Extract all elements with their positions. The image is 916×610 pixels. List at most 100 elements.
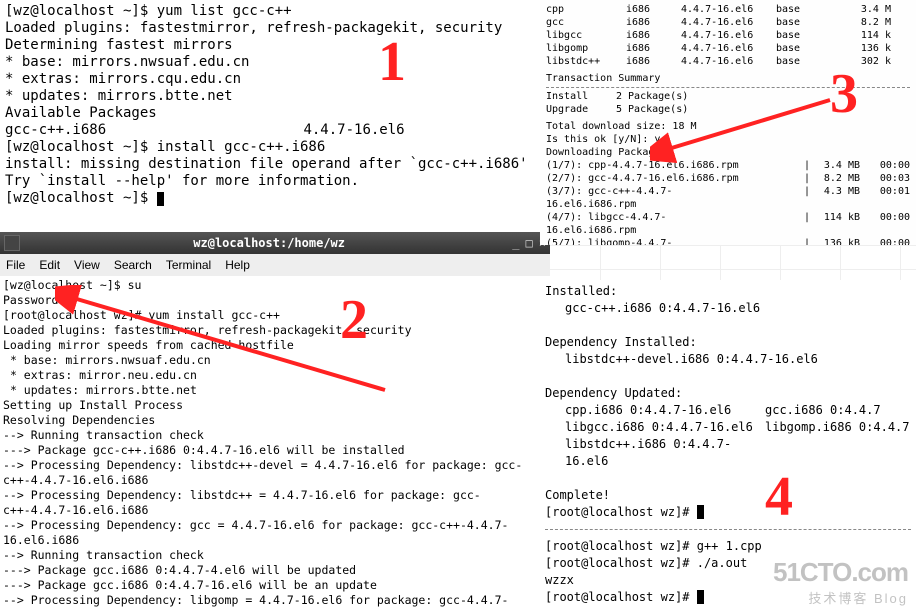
pkg-size: 136 k xyxy=(831,42,891,55)
pkg-repo: base xyxy=(776,42,831,55)
dl-size: 8.2 MB xyxy=(810,172,860,185)
maximize-icon[interactable]: □ xyxy=(526,236,533,250)
pkg-line: gcc-c++.i686 0:4.4.7-16.el6 xyxy=(565,300,911,317)
term-line: * extras: mirrors.cqu.edu.cn xyxy=(5,71,535,88)
pkg-repo: base xyxy=(776,16,831,29)
dep-row: libgcc.i686 0:4.4.7-16.el6 libgomp.i686 … xyxy=(565,419,911,436)
window-menubar: File Edit View Search Terminal Help xyxy=(0,254,550,276)
pkg-name: libgomp xyxy=(546,42,626,55)
dl-size: 136 kB xyxy=(810,237,860,245)
section-header: Transaction Summary xyxy=(546,72,910,85)
term-line: Determining fastest mirrors xyxy=(5,37,535,54)
terminal-output[interactable]: [wz@localhost ~]$ su Password: [root@loc… xyxy=(0,276,550,610)
minimize-icon[interactable]: _ xyxy=(512,236,519,250)
pkg-line: libgomp.i686 0:4.4.7 xyxy=(765,419,911,436)
download-row: (3/7): gcc-c++-4.4.7-16.el6.i686.rpm|4.3… xyxy=(546,185,910,211)
pkg-arch: i686 xyxy=(626,42,681,55)
section-header: Dependency Updated: xyxy=(545,385,911,402)
watermark-sub: 技术博客 Blog xyxy=(773,588,908,607)
pkg-size: 302 k xyxy=(831,55,891,68)
term-line: [root@localhost wz]# g++ 1.cpp xyxy=(545,538,911,555)
term-line[interactable]: [wz@localhost ~]$ xyxy=(5,190,535,207)
trans-val: 5 Package(s) xyxy=(616,103,910,116)
dl-time: 00:01 xyxy=(860,185,910,211)
separator xyxy=(546,87,910,88)
pkg-arch: i686 xyxy=(626,29,681,42)
download-row: (4/7): libgcc-4.4.7-16.el6.i686.rpm|114 … xyxy=(546,211,910,237)
section-header: Installed: xyxy=(545,283,911,300)
window-titlebar[interactable]: wz@localhost:/home/wz _ □ × xyxy=(0,232,550,254)
dep-row: libstdc++.i686 0:4.4.7-16.el6 xyxy=(565,436,911,470)
menu-edit[interactable]: Edit xyxy=(39,258,60,272)
term-line: gcc-c++.i686 4.4.7-16.el6 xyxy=(5,122,535,139)
term-line: * base: mirrors.nwsuaf.edu.cn xyxy=(5,54,535,71)
pkg-arch: i686 xyxy=(626,16,681,29)
status-line: Downloading Packages: xyxy=(546,146,910,159)
term-line[interactable]: [root@localhost wz]# xyxy=(545,504,911,521)
pkg-line: cpp.i686 0:4.4.7-16.el6 xyxy=(565,402,765,419)
pkg-size: 114 k xyxy=(831,29,891,42)
dl-time: 00:00 xyxy=(860,211,910,237)
package-row: libgompi6864.4.7-16.el6base136 k xyxy=(546,42,910,55)
menu-file[interactable]: File xyxy=(6,258,25,272)
menu-help[interactable]: Help xyxy=(225,258,250,272)
pkg-arch: i686 xyxy=(626,55,681,68)
pkg-line: libstdc++-devel.i686 0:4.4.7-16.el6 xyxy=(565,351,911,368)
package-row: libstdc++i6864.4.7-16.el6base302 k xyxy=(546,55,910,68)
dl-size: 114 kB xyxy=(810,211,860,237)
term-line: [wz@localhost ~]$ install gcc-c++.i686 xyxy=(5,139,535,156)
term-line: [wz@localhost ~]$ yum list gcc-c++ xyxy=(5,3,535,20)
pkg-repo: base xyxy=(776,3,831,16)
dl-bar: | xyxy=(746,185,810,211)
menu-terminal[interactable]: Terminal xyxy=(166,258,211,272)
prompt-line[interactable]: Is this ok [y/N]: y xyxy=(546,133,910,146)
dl-file: (5/7): libgomp-4.4.7-16.el6.i686.rpm xyxy=(546,237,746,245)
pkg-name: gcc xyxy=(546,16,626,29)
pkg-repo: base xyxy=(776,29,831,42)
pkg-ver: 4.4.7-16.el6 xyxy=(681,3,776,16)
package-row: gcci6864.4.7-16.el6base8.2 M xyxy=(546,16,910,29)
pkg-ver: 4.4.7-16.el6 xyxy=(681,29,776,42)
terminal-panel-1: [wz@localhost ~]$ yum list gcc-c++ Loade… xyxy=(0,0,540,230)
pkg-name: gcc-c++.i686 xyxy=(5,122,295,139)
terminal-panel-3: cppi6864.4.7-16.el6base3.4 Mgcci6864.4.7… xyxy=(540,0,916,245)
transaction-row: Install 2 Package(s) xyxy=(546,90,910,103)
dl-time: 00:00 xyxy=(860,237,910,245)
pkg-line: libstdc++.i686 0:4.4.7-16.el6 xyxy=(565,436,765,470)
menu-search[interactable]: Search xyxy=(114,258,152,272)
package-row: libgcci6864.4.7-16.el6base114 k xyxy=(546,29,910,42)
dep-row: cpp.i686 0:4.4.7-16.el6 gcc.i686 0:4.4.7 xyxy=(565,402,911,419)
package-row: cppi6864.4.7-16.el6base3.4 M xyxy=(546,3,910,16)
term-line: Loaded plugins: fastestmirror, refresh-p… xyxy=(5,20,535,37)
pkg-arch: i686 xyxy=(626,3,681,16)
pkg-name: cpp xyxy=(546,3,626,16)
terminal-app-icon xyxy=(4,235,20,251)
dl-bar: | xyxy=(746,172,810,185)
dl-bar: | xyxy=(746,237,810,245)
pkg-line: gcc.i686 0:4.4.7 xyxy=(765,402,911,419)
dl-file: (3/7): gcc-c++-4.4.7-16.el6.i686.rpm xyxy=(546,185,746,211)
trans-key: Install xyxy=(546,90,616,103)
download-row: (1/7): cpp-4.4.7-16.el6.i686.rpm|3.4 MB0… xyxy=(546,159,910,172)
section-header: Dependency Installed: xyxy=(545,334,911,351)
menu-view[interactable]: View xyxy=(74,258,100,272)
dl-size: 3.4 MB xyxy=(810,159,860,172)
term-line: install: missing destination file operan… xyxy=(5,156,535,173)
separator xyxy=(545,529,911,530)
terminal-window-2: wz@localhost:/home/wz _ □ × File Edit Vi… xyxy=(0,232,550,610)
package-list: cppi6864.4.7-16.el6base3.4 Mgcci6864.4.7… xyxy=(546,3,910,68)
pkg-size: 8.2 M xyxy=(831,16,891,29)
dl-bar: | xyxy=(746,159,810,172)
pkg-name: libgcc xyxy=(546,29,626,42)
pkg-version: 4.4.7-16.el6 xyxy=(303,122,404,138)
prompt: [root@localhost wz]# xyxy=(545,505,697,519)
pkg-name: libstdc++ xyxy=(546,55,626,68)
status-line: Complete! xyxy=(545,487,911,504)
dl-size: 4.3 MB xyxy=(810,185,860,211)
cursor-icon xyxy=(157,192,164,206)
pkg-ver: 4.4.7-16.el6 xyxy=(681,16,776,29)
status-line: Total download size: 18 M xyxy=(546,120,910,133)
dl-time: 00:00 xyxy=(860,159,910,172)
trans-val: 2 Package(s) xyxy=(616,90,910,103)
dl-file: (1/7): cpp-4.4.7-16.el6.i686.rpm xyxy=(546,159,746,172)
